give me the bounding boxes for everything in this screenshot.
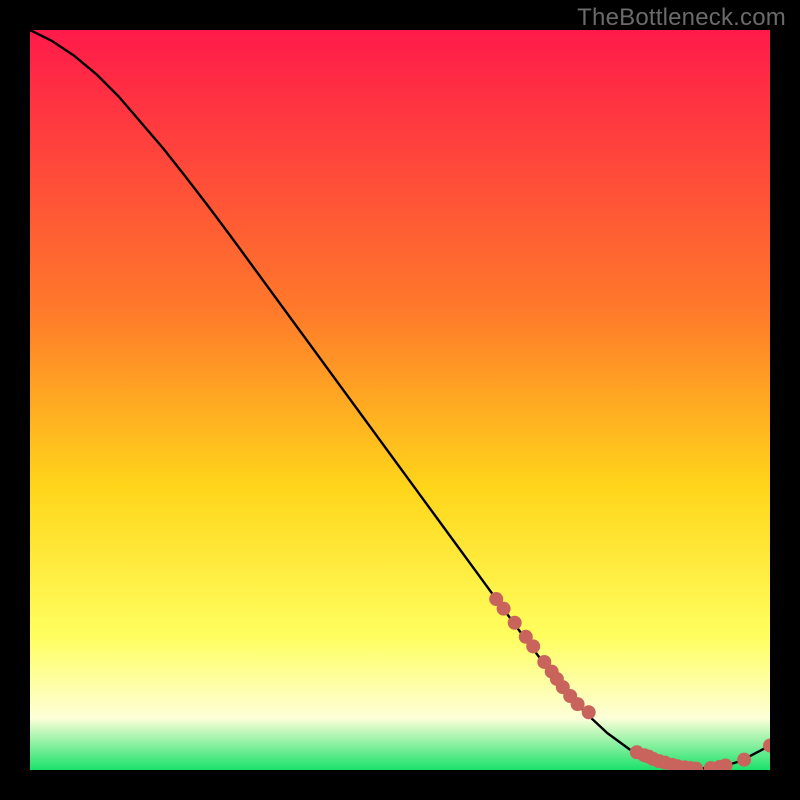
marker-point bbox=[582, 705, 596, 719]
watermark-text: TheBottleneck.com bbox=[577, 4, 786, 32]
marker-point bbox=[526, 639, 540, 653]
marker-point bbox=[737, 753, 751, 767]
marker-point bbox=[508, 616, 522, 630]
chart-stage: TheBottleneck.com bbox=[0, 0, 800, 800]
plot-area bbox=[30, 30, 770, 770]
chart-svg bbox=[30, 30, 770, 770]
marker-point bbox=[497, 602, 511, 616]
gradient-background bbox=[30, 30, 770, 770]
